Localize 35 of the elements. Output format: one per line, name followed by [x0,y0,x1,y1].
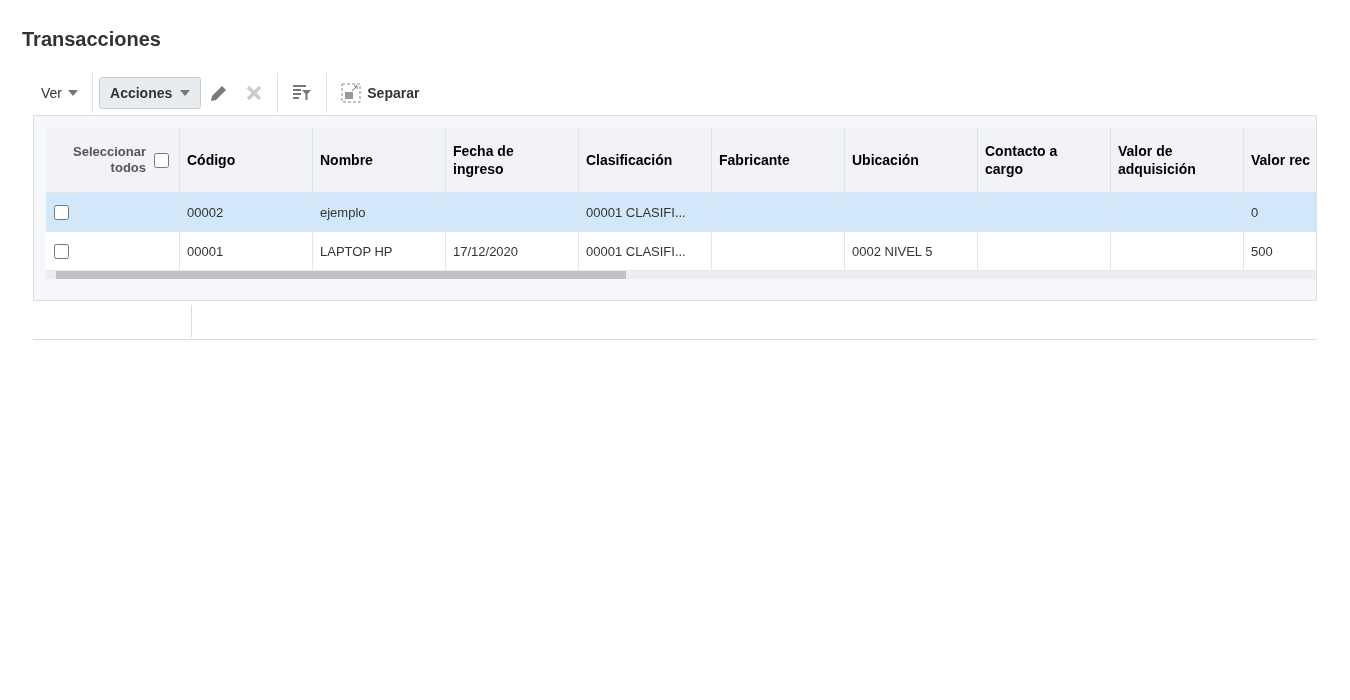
select-all-checkbox[interactable] [154,152,169,168]
table-cell: 0002 NIVEL 5 [852,243,933,259]
scrollbar-thumb[interactable] [56,271,626,279]
caret-icon [68,90,78,96]
view-menu[interactable]: Ver [33,81,86,105]
table-filter-icon [292,84,313,102]
table-cell: ejemplo [320,204,366,220]
column-header[interactable]: Valor rec [1243,128,1316,192]
column-header[interactable]: Nombre [312,128,445,192]
row-checkbox[interactable] [54,204,69,220]
select-all-label: Seleccionar todos [72,144,146,176]
table-cell: 00002 [187,204,224,220]
column-header[interactable]: Contacto a cargo [977,128,1110,192]
column-header[interactable]: Ubicación [844,128,977,192]
close-icon [245,84,264,102]
column-header[interactable]: Fabricante [711,128,844,192]
table-cell: 00001 CLASIFI... [586,204,686,220]
detach-icon [341,83,362,103]
table-cell: 500 [1251,243,1273,259]
table-cell: 00001 [187,243,224,259]
row-checkbox[interactable] [54,243,69,259]
caret-icon [180,90,191,96]
detach-button[interactable]: Separar [333,79,428,107]
horizontal-scrollbar[interactable] [46,271,1316,279]
column-header[interactable]: Valor de adquisición [1110,128,1243,192]
page-title: Transacciones [22,28,162,51]
actions-menu[interactable]: Acciones [99,77,202,109]
column-header[interactable]: Clasificación [578,128,711,192]
column-header[interactable]: Código [179,128,312,192]
table-cell: LAPTOP HP [320,243,393,259]
row-background[interactable] [46,232,1316,270]
table-cell: 17/12/2020 [453,243,519,259]
table-cell: 0 [1251,204,1259,220]
column-header[interactable]: Fecha de ingreso [445,128,578,192]
table-cell: 00001 CLASIFI... [586,243,686,259]
